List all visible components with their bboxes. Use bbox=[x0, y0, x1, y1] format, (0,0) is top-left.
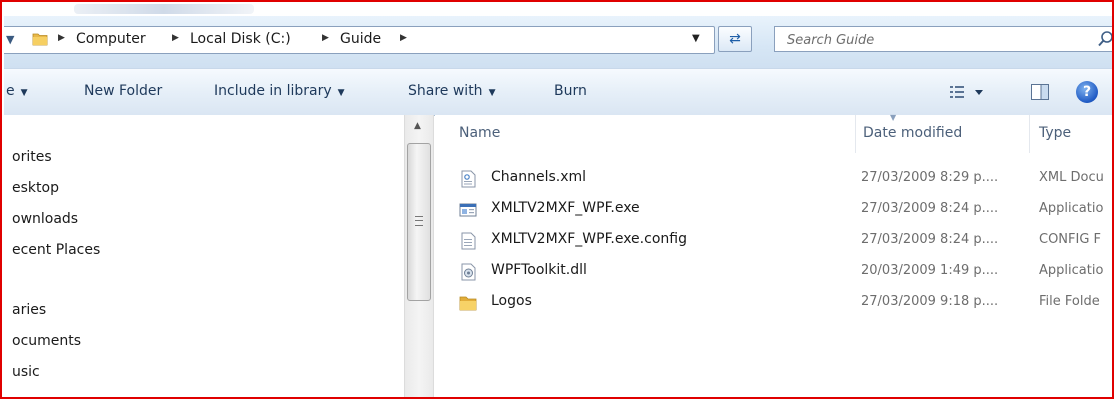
scroll-up-arrow-icon[interactable]: ▲ bbox=[414, 121, 421, 131]
file-type: Applicatio bbox=[1039, 201, 1104, 216]
column-header-type[interactable]: Type bbox=[1039, 125, 1071, 141]
share-with-button[interactable]: Share with ▼ bbox=[408, 83, 495, 99]
file-name: WPFToolkit.dll bbox=[491, 262, 587, 278]
breadcrumb-guide[interactable]: Guide bbox=[340, 31, 381, 47]
search-box[interactable] bbox=[774, 26, 1114, 52]
file-date: 27/03/2009 8:29 p.... bbox=[861, 170, 999, 185]
file-type: Applicatio bbox=[1039, 263, 1104, 278]
file-name: XMLTV2MXF_WPF.exe bbox=[491, 200, 640, 216]
folder-icon bbox=[459, 296, 477, 311]
breadcrumb-separator-icon[interactable]: ▶ bbox=[58, 33, 65, 43]
nav-item-desktop[interactable]: esktop bbox=[12, 180, 59, 196]
organize-button[interactable]: e ▼ bbox=[6, 83, 28, 99]
file-date: 27/03/2009 9:18 p.... bbox=[861, 294, 999, 309]
search-icon[interactable] bbox=[1098, 30, 1114, 48]
blurred-title bbox=[74, 4, 254, 14]
top-caption-scrap bbox=[4, 2, 1112, 16]
file-date: 20/03/2009 1:49 p.... bbox=[861, 263, 999, 278]
new-folder-button[interactable]: New Folder bbox=[84, 83, 162, 99]
breadcrumb-separator-icon[interactable]: ▶ bbox=[172, 33, 179, 43]
include-in-library-label: Include in library bbox=[214, 83, 332, 99]
breadcrumb-separator-icon[interactable]: ▶ bbox=[322, 33, 329, 43]
details-view-icon bbox=[950, 86, 964, 98]
config-file-icon bbox=[461, 232, 476, 250]
chevron-down-icon: ▼ bbox=[20, 88, 28, 98]
breadcrumb-separator-icon[interactable]: ▶ bbox=[400, 33, 407, 43]
exe-file-icon bbox=[459, 203, 477, 217]
help-icon: ? bbox=[1082, 84, 1092, 100]
preview-pane-button[interactable] bbox=[1030, 82, 1050, 102]
address-bar[interactable]: ▼ ▶ Computer ▶ Local Disk (C:) ▶ Guide ▶… bbox=[4, 26, 715, 54]
organize-label: e bbox=[6, 83, 15, 99]
xml-file-icon bbox=[461, 170, 476, 188]
file-type: CONFIG F bbox=[1039, 232, 1102, 247]
chevron-down-icon: ▼ bbox=[488, 88, 496, 98]
file-list: ▼ Name Date modified Type Channels.xml 2… bbox=[435, 113, 1112, 397]
file-date: 27/03/2009 8:24 p.... bbox=[861, 232, 999, 247]
nav-item-music[interactable]: usic bbox=[12, 364, 40, 380]
burn-button[interactable]: Burn bbox=[554, 83, 587, 99]
nav-item-recent-places[interactable]: ecent Places bbox=[12, 242, 100, 258]
file-name: Logos bbox=[491, 293, 532, 309]
sort-indicator-icon: ▼ bbox=[890, 113, 897, 122]
refresh-button[interactable]: ⇄ bbox=[718, 26, 752, 52]
search-input[interactable] bbox=[785, 30, 1069, 50]
file-type: File Folde bbox=[1039, 294, 1100, 309]
address-row: ▼ ▶ Computer ▶ Local Disk (C:) ▶ Guide ▶… bbox=[4, 16, 1114, 68]
file-row[interactable]: Logos 27/03/2009 9:18 p.... File Folde bbox=[459, 287, 1112, 317]
breadcrumb-local-disk[interactable]: Local Disk (C:) bbox=[190, 31, 291, 47]
share-with-label: Share with bbox=[408, 83, 483, 99]
column-header-name[interactable]: Name bbox=[459, 125, 500, 141]
file-name: Channels.xml bbox=[491, 169, 587, 185]
file-date: 27/03/2009 8:24 p.... bbox=[861, 201, 999, 216]
change-view-button[interactable] bbox=[948, 82, 988, 102]
nav-pane-scrollbar[interactable]: ▲ bbox=[404, 115, 434, 397]
address-dropdown-icon[interactable]: ▼ bbox=[692, 33, 700, 44]
nav-item-libraries[interactable]: aries bbox=[12, 302, 46, 318]
folder-icon bbox=[32, 33, 48, 46]
chevron-down-icon bbox=[975, 90, 983, 95]
help-button[interactable]: ? bbox=[1076, 81, 1098, 103]
file-row[interactable]: Channels.xml 27/03/2009 8:29 p.... XML D… bbox=[459, 163, 1112, 193]
recent-pages-arrow-icon[interactable]: ▼ bbox=[6, 33, 14, 46]
file-row[interactable]: WPFToolkit.dll 20/03/2009 1:49 p.... App… bbox=[459, 256, 1112, 286]
navigation-pane: orites esktop ownloads ecent Places arie… bbox=[4, 115, 404, 397]
nav-item-favorites[interactable]: orites bbox=[12, 149, 52, 165]
include-in-library-button[interactable]: Include in library ▼ bbox=[214, 83, 345, 99]
breadcrumb-computer[interactable]: Computer bbox=[76, 31, 146, 47]
column-divider[interactable] bbox=[1029, 115, 1030, 153]
chevron-down-icon: ▼ bbox=[337, 88, 345, 98]
nav-item-downloads[interactable]: ownloads bbox=[12, 211, 78, 227]
scroll-thumb[interactable] bbox=[407, 143, 431, 301]
file-name: XMLTV2MXF_WPF.exe.config bbox=[491, 231, 687, 247]
refresh-icon: ⇄ bbox=[729, 31, 741, 47]
command-bar: e ▼ New Folder Include in library ▼ Share … bbox=[4, 68, 1112, 116]
file-row[interactable]: XMLTV2MXF_WPF.exe.config 27/03/2009 8:24… bbox=[459, 225, 1112, 255]
file-row[interactable]: XMLTV2MXF_WPF.exe 27/03/2009 8:24 p.... … bbox=[459, 194, 1112, 224]
explorer-window: ▼ ▶ Computer ▶ Local Disk (C:) ▶ Guide ▶… bbox=[0, 0, 1114, 399]
grip-icon bbox=[415, 216, 423, 226]
dll-file-icon bbox=[461, 263, 476, 281]
column-divider[interactable] bbox=[855, 115, 856, 153]
file-type: XML Docu bbox=[1039, 170, 1104, 185]
nav-item-documents[interactable]: ocuments bbox=[12, 333, 81, 349]
column-header-date-modified[interactable]: Date modified bbox=[863, 125, 962, 141]
